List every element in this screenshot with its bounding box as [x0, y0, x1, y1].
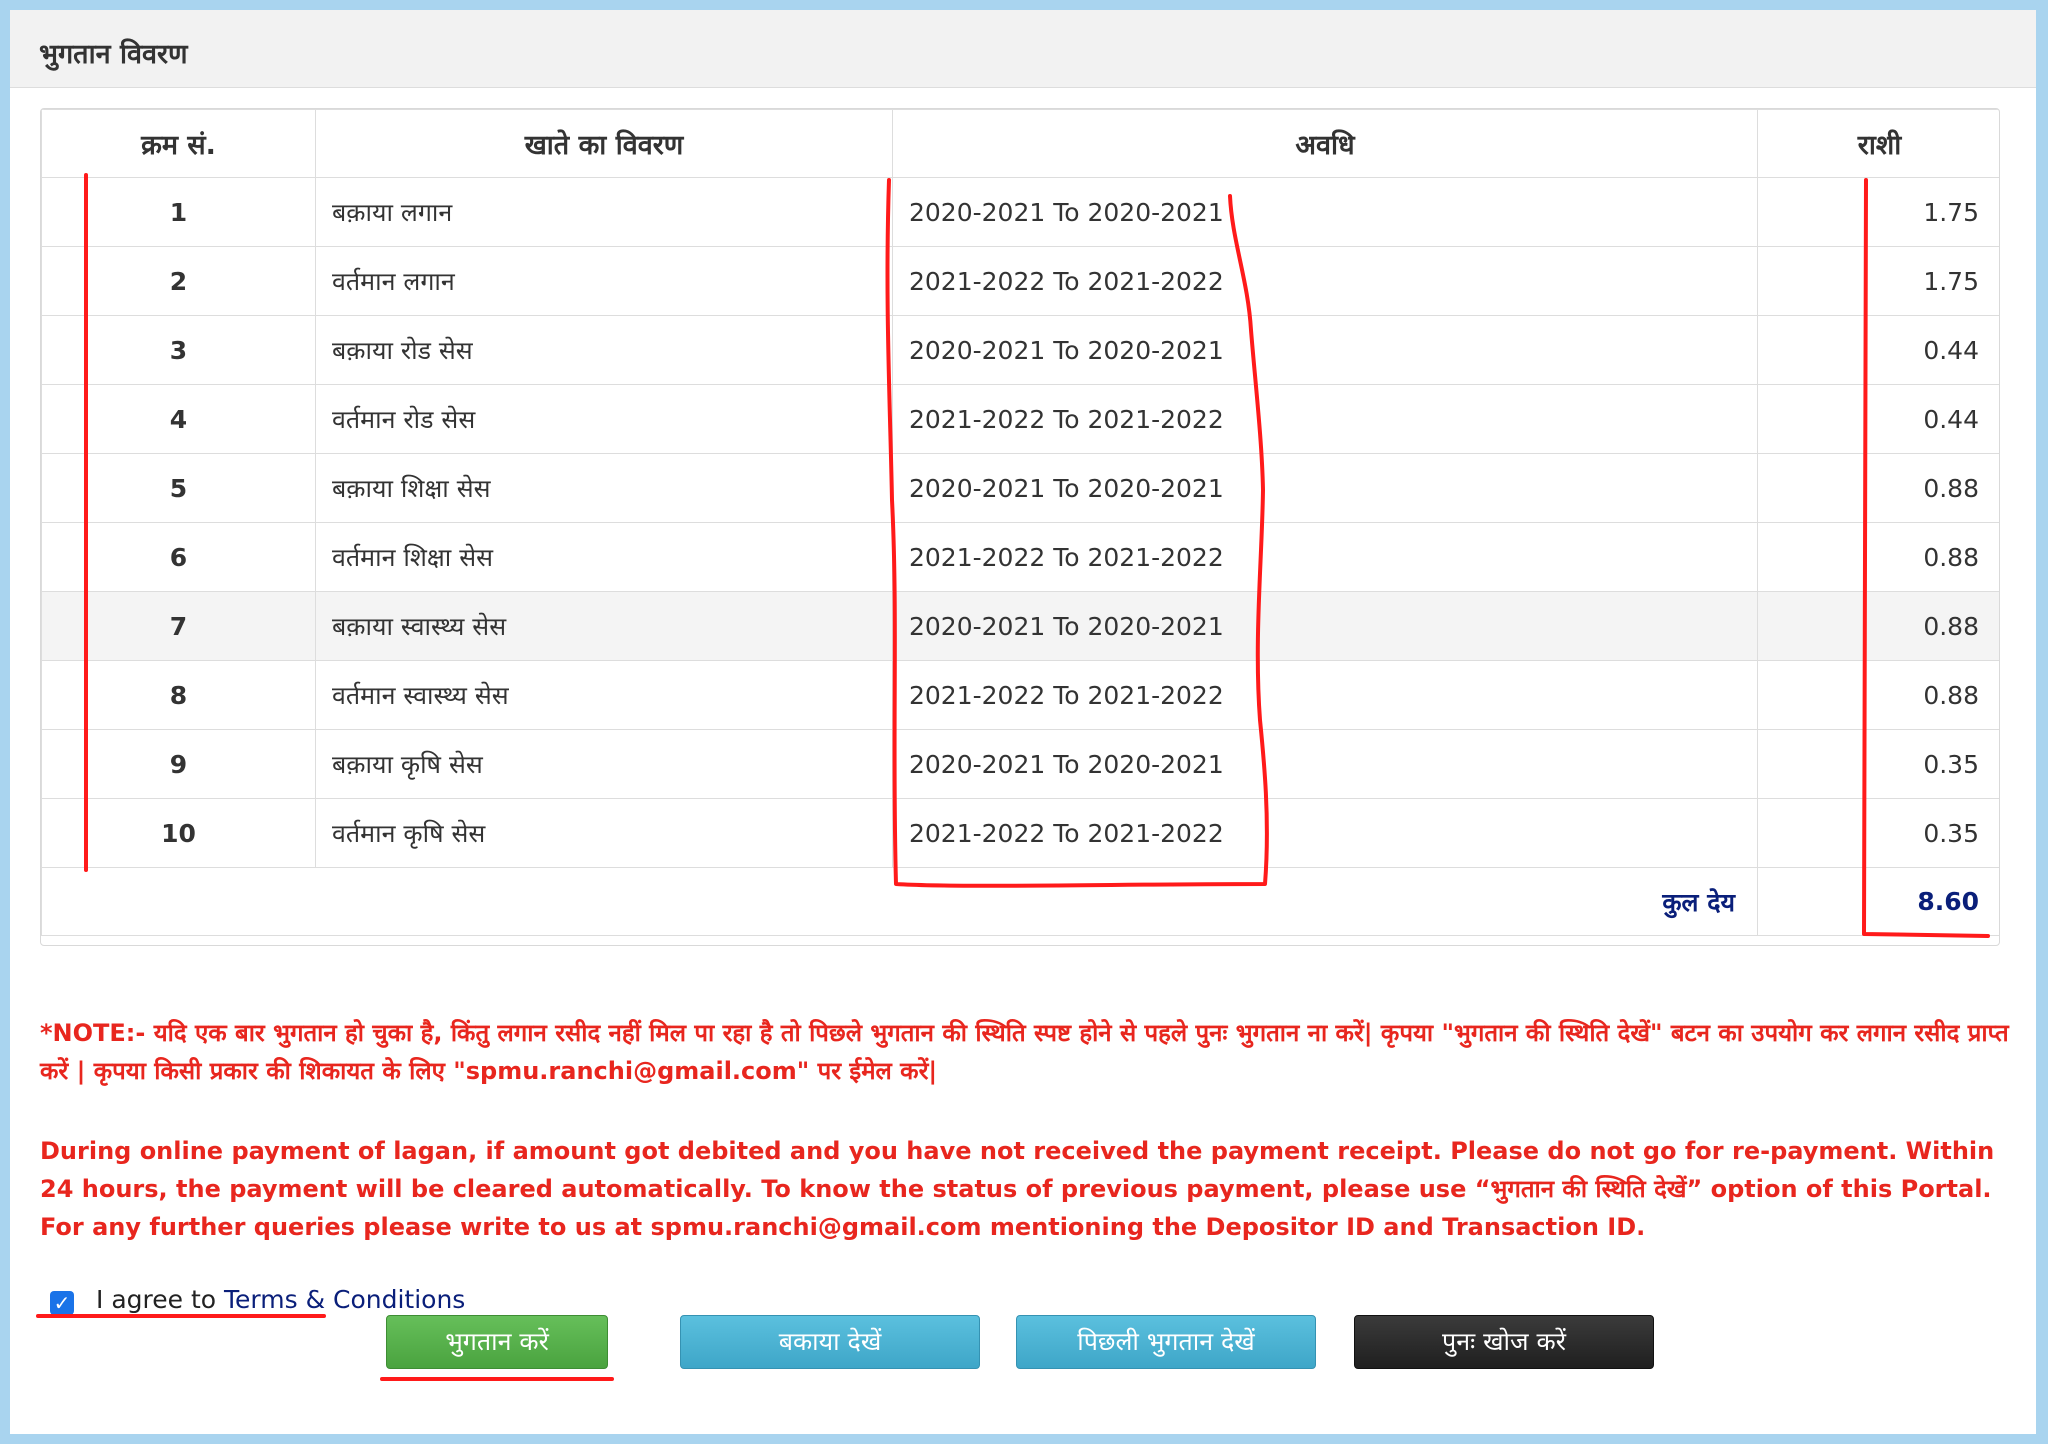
- row-amount: 0.88: [1757, 660, 1999, 730]
- header-amount: राशी: [1757, 109, 1999, 178]
- payment-table-container: क्रम सं. खाते का विवरण अवधि राशी 1 बक़ाया…: [40, 108, 2000, 946]
- row-account-description: वर्तमान रोड सेस: [315, 384, 893, 454]
- table-row: 5 बक़ाया शिक्षा सेस 2020-2021 To 2020-2021…: [41, 453, 1999, 523]
- row-serial: 2: [41, 246, 316, 316]
- table-row: 9 बक़ाया कृषि सेस 2020-2021 To 2020-2021 0.…: [41, 729, 1999, 799]
- row-period: 2021-2022 To 2021-2022: [892, 660, 1758, 730]
- row-amount: 0.35: [1757, 798, 1999, 868]
- table-row: 1 बक़ाया लगान 2020-2021 To 2020-2021 1.75: [41, 177, 1999, 247]
- row-period: 2020-2021 To 2020-2021: [892, 177, 1758, 247]
- row-account-description: बक़ाया रोड सेस: [315, 315, 893, 385]
- table-row: 3 बक़ाया रोड सेस 2020-2021 To 2020-2021 0.4…: [41, 315, 1999, 385]
- row-serial: 9: [41, 729, 316, 799]
- row-serial: 3: [41, 315, 316, 385]
- view-due-button[interactable]: बकाया देखें: [680, 1315, 980, 1369]
- row-serial: 1: [41, 177, 316, 247]
- row-period: 2021-2022 To 2021-2022: [892, 522, 1758, 592]
- header-account-description: खाते का विवरण: [315, 109, 893, 178]
- header-serial: क्रम सं.: [41, 109, 316, 178]
- payment-table: क्रम सं. खाते का विवरण अवधि राशी 1 बक़ाया…: [41, 109, 1999, 936]
- row-period: 2020-2021 To 2020-2021: [892, 315, 1758, 385]
- total-row: कुल देय 8.60: [41, 867, 1999, 936]
- checkmark-icon: ✓: [53, 1291, 71, 1315]
- table-header-row: क्रम सं. खाते का विवरण अवधि राशी: [41, 109, 1999, 178]
- row-period: 2021-2022 To 2021-2022: [892, 798, 1758, 868]
- table-row: 6 वर्तमान शिक्षा सेस 2021-2022 To 2021-202…: [41, 522, 1999, 592]
- previous-payment-button[interactable]: पिछली भुगतान देखें: [1016, 1315, 1316, 1369]
- row-period: 2021-2022 To 2021-2022: [892, 384, 1758, 454]
- row-amount: 0.88: [1757, 591, 1999, 661]
- panel-title: भुगतान विवरण: [39, 39, 188, 70]
- note-hindi: *NOTE:- यदि एक बार भुगतान हो चुका है, कि…: [40, 1019, 2009, 1085]
- row-serial: 8: [41, 660, 316, 730]
- row-serial: 7: [41, 591, 316, 661]
- row-account-description: वर्तमान लगान: [315, 246, 893, 316]
- row-account-description: बक़ाया लगान: [315, 177, 893, 247]
- row-serial: 5: [41, 453, 316, 523]
- row-period: 2020-2021 To 2020-2021: [892, 453, 1758, 523]
- row-serial: 4: [41, 384, 316, 454]
- table-row: 2 वर्तमान लगान 2021-2022 To 2021-2022 1.75: [41, 246, 1999, 316]
- row-account-description: बक़ाया स्वास्थ्य सेस: [315, 591, 893, 661]
- note-english: During online payment of lagan, if amoun…: [40, 1137, 1995, 1241]
- row-amount: 0.44: [1757, 384, 1999, 454]
- row-account-description: वर्तमान शिक्षा सेस: [315, 522, 893, 592]
- row-account-description: वर्तमान स्वास्थ्य सेस: [315, 660, 893, 730]
- row-amount: 0.44: [1757, 315, 1999, 385]
- row-amount: 1.75: [1757, 246, 1999, 316]
- payment-details-panel: भुगतान विवरण क्रम सं. खाते का विवरण अवधि…: [10, 10, 2036, 1434]
- row-account-description: बक़ाया शिक्षा सेस: [315, 453, 893, 523]
- total-value: 8.60: [1757, 867, 1999, 936]
- panel-header: भुगतान विवरण: [10, 10, 2036, 88]
- row-period: 2020-2021 To 2020-2021: [892, 729, 1758, 799]
- row-account-description: बक़ाया कृषि सेस: [315, 729, 893, 799]
- table-row: 10 वर्तमान कृषि सेस 2021-2022 To 2021-2022…: [41, 798, 1999, 868]
- row-period: 2020-2021 To 2020-2021: [892, 591, 1758, 661]
- header-period: अवधि: [892, 109, 1758, 178]
- pay-button[interactable]: भुगतान करें: [386, 1315, 608, 1369]
- search-again-button[interactable]: पुनः खोज करें: [1354, 1315, 1654, 1369]
- row-serial: 10: [41, 798, 316, 868]
- agree-checkbox[interactable]: ✓: [50, 1291, 74, 1315]
- table-row: 4 वर्तमान रोड सेस 2021-2022 To 2021-2022 0.…: [41, 384, 1999, 454]
- agree-text: I agree to Terms & Conditions: [96, 1285, 465, 1314]
- total-label: कुल देय: [41, 867, 1758, 936]
- table-row: 7 बक़ाया स्वास्थ्य सेस 2020-2021 To 2020-2…: [41, 591, 1999, 661]
- row-amount: 1.75: [1757, 177, 1999, 247]
- row-serial: 6: [41, 522, 316, 592]
- row-amount: 0.35: [1757, 729, 1999, 799]
- table-row: 8 वर्तमान स्वास्थ्य सेस 2021-2022 To 2021-…: [41, 660, 1999, 730]
- row-amount: 0.88: [1757, 453, 1999, 523]
- agree-prefix: I agree to: [96, 1285, 224, 1314]
- row-amount: 0.88: [1757, 522, 1999, 592]
- terms-conditions-link[interactable]: Terms & Conditions: [224, 1285, 465, 1314]
- row-account-description: वर्तमान कृषि सेस: [315, 798, 893, 868]
- row-period: 2021-2022 To 2021-2022: [892, 246, 1758, 316]
